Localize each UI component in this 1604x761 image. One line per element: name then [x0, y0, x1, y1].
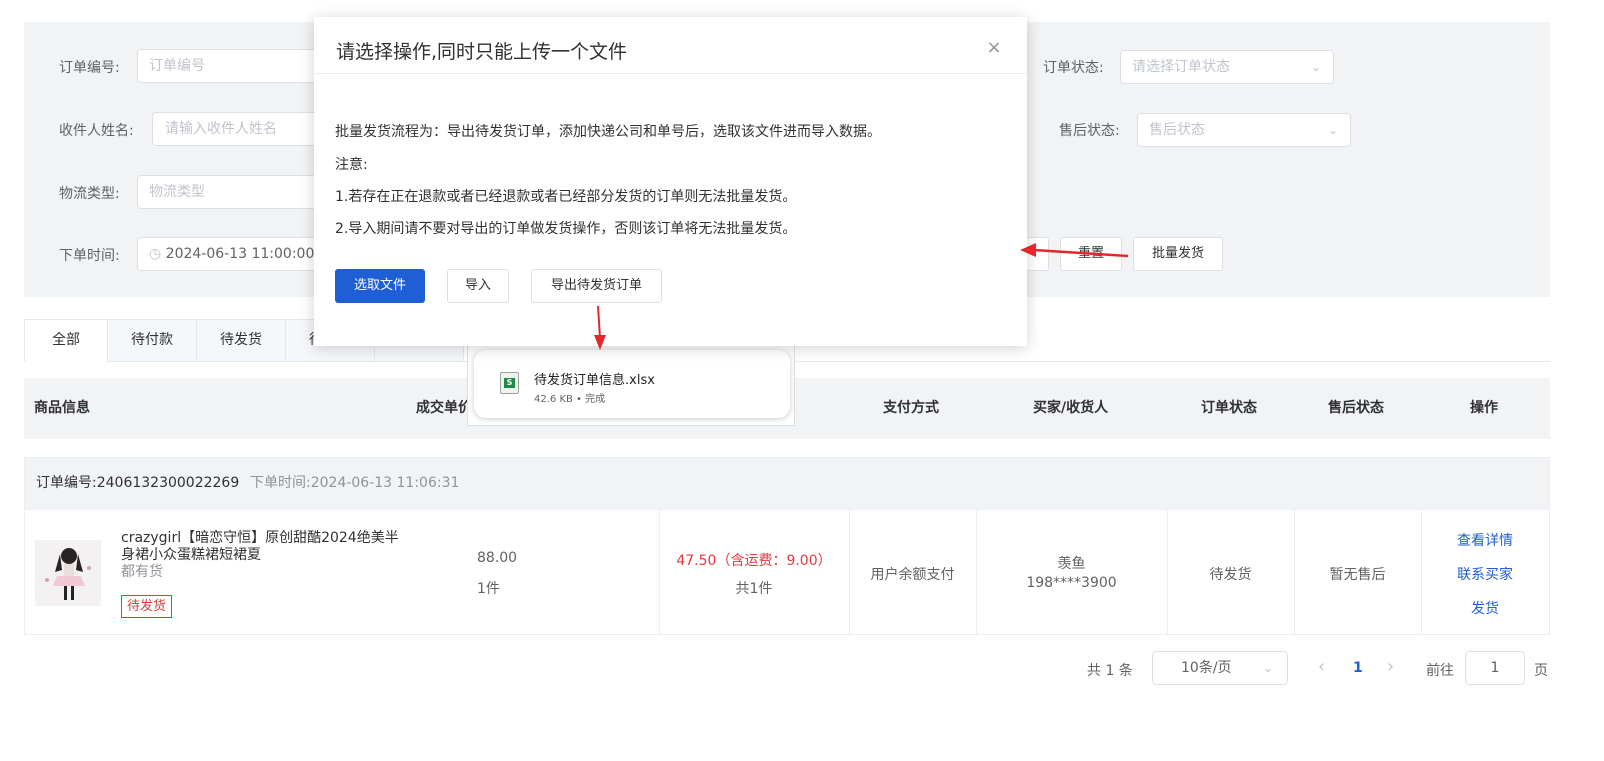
chevron-down-icon: ⌄: [1310, 60, 1321, 74]
import-button[interactable]: 导入: [447, 269, 509, 303]
order-no-input[interactable]: 订单编号: [137, 49, 337, 83]
prev-page-button[interactable]: ‹: [1318, 656, 1325, 677]
th-payment: 支付方式: [883, 400, 939, 416]
unit-price: 88.00: [477, 550, 518, 566]
order-time: 下单时间:2024-06-13 11:06:31: [250, 475, 460, 491]
download-file-meta: 42.6 KB • 完成: [534, 394, 606, 405]
th-unit-price: 成交单价: [416, 400, 472, 416]
tab-all[interactable]: 全部: [24, 319, 108, 362]
after-sale-status-select[interactable]: 售后状态 ⌄: [1137, 113, 1351, 147]
dialog-note-1: 1.若存在正在退款或者已经退款或者已经部分发货的订单则无法批量发货。: [335, 189, 797, 205]
receiver-name-input[interactable]: 请输入收件人姓名: [152, 112, 337, 146]
buyer-phone: 198****3900: [1026, 575, 1117, 591]
page-suffix: 页: [1534, 663, 1548, 679]
select-file-button[interactable]: 选取文件: [335, 269, 425, 303]
dialog-note-2: 2.导入期间请不要对导出的订单做发货操作，否则该订单将无法批量发货。: [335, 221, 797, 237]
view-detail-link[interactable]: 查看详情: [1421, 530, 1549, 550]
product-stock: 都有货: [121, 564, 163, 580]
goto-page-input[interactable]: 1: [1465, 651, 1525, 685]
chevron-down-icon: ⌄: [1262, 661, 1273, 675]
ship-link[interactable]: 发货: [1421, 598, 1549, 618]
next-page-button[interactable]: ›: [1387, 656, 1394, 677]
order-status-select[interactable]: 请选择订单状态 ⌄: [1120, 50, 1334, 84]
pagination-total: 共 1 条: [1087, 663, 1133, 679]
dialog-header-divider: [314, 73, 1027, 74]
order-time-label: 下单时间:: [59, 248, 120, 264]
order-header: 订单编号:2406132300022269 下单时间:2024-06-13 11…: [24, 457, 1550, 509]
excel-file-icon: S: [500, 372, 519, 394]
tab-pending-shipment[interactable]: 待发货: [197, 319, 286, 362]
order-time-range-picker[interactable]: ◷ 2024-06-13 11:00:00: [137, 237, 337, 271]
reset-button[interactable]: 重置: [1060, 237, 1122, 271]
th-product: 商品信息: [34, 400, 90, 416]
order-time-start: 2024-06-13 11:00:00: [165, 246, 315, 262]
th-buyer: 买家/收货人: [1033, 400, 1109, 416]
table-row: crazygirl【暗恋守恒】原创甜酷2024绝美半 身裙小众蛋糕裙短裙夏 都有…: [24, 509, 1550, 635]
buyer-name: 羡鱼: [1057, 556, 1086, 572]
dialog-flow-text: 批量发货流程为：导出待发货订单，添加快递公司和单号后，选取该文件进而导入数据。: [335, 124, 881, 140]
quantity: 1件: [477, 581, 500, 597]
th-order-status: 订单状态: [1201, 400, 1257, 416]
order-status: 待发货: [1209, 567, 1252, 583]
goto-label: 前往: [1426, 663, 1454, 679]
order-total-qty: 共1件: [735, 581, 773, 597]
batch-ship-button[interactable]: 批量发货: [1133, 237, 1223, 271]
th-after-sale: 售后状态: [1328, 400, 1384, 416]
export-pending-orders-button[interactable]: 导出待发货订单: [531, 269, 662, 303]
th-actions: 操作: [1470, 400, 1498, 416]
page-size-value: 10条/页: [1181, 660, 1232, 676]
download-item[interactable]: S 待发货订单信息.xlsx 42.6 KB • 完成: [474, 350, 790, 418]
order-number: 订单编号:2406132300022269: [36, 475, 240, 491]
order-status-label: 订单状态:: [1043, 60, 1104, 76]
page-number-current[interactable]: 1: [1353, 660, 1363, 676]
receiver-name-label: 收件人姓名:: [59, 123, 134, 139]
dialog-title: 请选择操作,同时只能上传一个文件: [336, 41, 628, 63]
after-sale-status: 暂无售后: [1329, 567, 1386, 583]
product-image: [35, 540, 101, 606]
payment-method: 用户余额支付: [870, 567, 955, 583]
download-file-name: 待发货订单信息.xlsx: [534, 373, 655, 388]
contact-buyer-link[interactable]: 联系买家: [1421, 564, 1549, 584]
order-total: 47.50（含运费：9.00）: [676, 553, 832, 569]
logistics-type-select[interactable]: 物流类型: [137, 175, 337, 209]
order-status-placeholder: 请选择订单状态: [1132, 59, 1230, 75]
after-sale-status-label: 售后状态:: [1059, 123, 1120, 139]
clock-icon: ◷: [149, 246, 162, 262]
page: 订单编号: 订单编号 订单状态: 请选择订单状态 ⌄ 收件人姓名: 请输入收件人…: [0, 0, 1604, 761]
download-popup: S 待发货订单信息.xlsx 42.6 KB • 完成: [467, 345, 795, 426]
order-no-label: 订单编号:: [59, 60, 120, 76]
page-size-select[interactable]: 10条/页 ⌄: [1152, 651, 1288, 685]
chevron-down-icon: ⌄: [1327, 123, 1338, 137]
close-icon[interactable]: ×: [983, 37, 1005, 59]
product-thumbnail[interactable]: [35, 540, 101, 606]
after-sale-status-placeholder: 售后状态: [1149, 122, 1205, 138]
status-badge: 待发货: [121, 595, 173, 618]
tab-pending-payment[interactable]: 待付款: [108, 319, 197, 362]
dialog-note-title: 注意:: [335, 157, 368, 173]
logistics-type-label: 物流类型:: [59, 186, 120, 202]
batch-ship-dialog: 请选择操作,同时只能上传一个文件 × 批量发货流程为：导出待发货订单，添加快递公…: [314, 17, 1027, 346]
cell-divider: [659, 510, 660, 634]
